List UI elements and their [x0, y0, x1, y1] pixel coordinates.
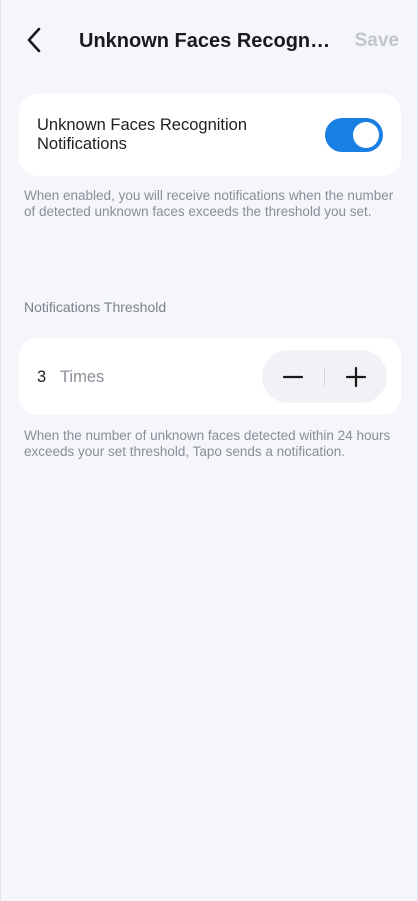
threshold-value: 3	[37, 368, 47, 386]
threshold-description: When the number of unknown faces detecte…	[24, 428, 391, 459]
page-title: Unknown Faces Recognition Notifications	[79, 30, 331, 52]
threshold-unit: Times	[60, 368, 105, 386]
plus-icon	[345, 366, 367, 387]
chevron-left-icon	[27, 27, 41, 53]
threshold-card: 3 Times	[19, 338, 401, 415]
back-button[interactable]	[19, 22, 49, 58]
minus-icon	[282, 375, 304, 378]
header: Unknown Faces Recognition Notifications …	[1, 0, 417, 82]
increment-button[interactable]	[325, 350, 387, 403]
threshold-stepper	[262, 350, 387, 403]
switch-knob	[353, 122, 379, 148]
save-button[interactable]: Save	[355, 28, 399, 54]
settings-page: Unknown Faces Recognition Notifications …	[0, 0, 418, 901]
threshold-section-label: Notifications Threshold	[24, 299, 167, 315]
toggle-label: Unknown Faces Recognition Notifications	[37, 116, 248, 153]
notification-toggle-card: Unknown Faces Recognition Notifications	[19, 94, 401, 176]
decrement-button[interactable]	[262, 350, 324, 403]
notifications-switch[interactable]	[325, 118, 383, 152]
toggle-description: When enabled, you will receive notificat…	[24, 188, 394, 219]
